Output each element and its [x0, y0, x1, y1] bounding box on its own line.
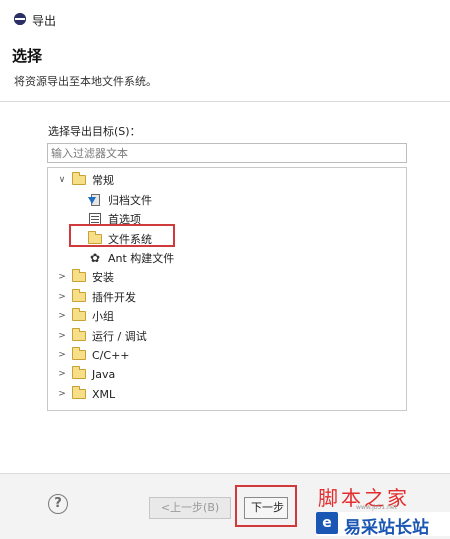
tree-item-ant-build-file[interactable]: ✿ Ant 构建文件	[88, 249, 174, 267]
next-button-highlight	[235, 485, 297, 527]
folder-icon	[72, 289, 86, 302]
file-system-highlight	[69, 224, 175, 247]
tree-item-label: 常规	[92, 174, 114, 187]
watermark-bottom: e 易采站长站	[316, 512, 450, 538]
folder-icon	[72, 308, 86, 321]
folder-icon	[72, 386, 86, 399]
tree-item-java[interactable]: > Java	[56, 365, 115, 383]
ant-icon: ✿	[89, 251, 101, 265]
folder-icon	[72, 347, 86, 360]
tree-item-team[interactable]: > 小组	[56, 307, 114, 325]
chevron-right-icon[interactable]: >	[56, 311, 68, 321]
tree-item-label: Ant 构建文件	[108, 252, 175, 265]
chevron-right-icon[interactable]: >	[56, 369, 68, 379]
folder-icon	[72, 269, 86, 282]
watermark-logo-icon: e	[316, 512, 338, 534]
export-target-label: 选择导出目标(S)：	[48, 125, 141, 138]
tree-item-label: 安装	[92, 271, 114, 284]
wizard-header: 选择 将资源导出至本地文件系统。	[0, 40, 450, 100]
chevron-right-icon[interactable]: >	[56, 292, 68, 302]
folder-icon	[72, 172, 86, 185]
tree-item-label: 运行 / 调试	[92, 330, 147, 343]
archive-file-icon	[88, 193, 102, 207]
chevron-right-icon[interactable]: >	[56, 331, 68, 341]
tree-item-label: 归档文件	[108, 194, 152, 207]
tree-item-archive-file[interactable]: 归档文件	[88, 191, 152, 209]
tree-item-install[interactable]: > 安装	[56, 268, 114, 286]
tree-item-label: XML	[92, 387, 116, 401]
tree-item-label: C/C++	[92, 348, 130, 362]
tree-item-plugin-development[interactable]: > 插件开发	[56, 288, 136, 306]
page-description: 将资源导出至本地文件系统。	[14, 75, 157, 88]
chevron-right-icon[interactable]: >	[56, 389, 68, 399]
back-button[interactable]: <上一步(B)	[149, 497, 231, 519]
folder-icon	[72, 366, 86, 379]
watermark-sub-text: www.jb51.net	[356, 504, 397, 511]
chevron-right-icon[interactable]: >	[56, 272, 68, 282]
tree-item-label: Java	[92, 367, 116, 381]
page-title: 选择	[12, 47, 43, 65]
tree-item-c-cpp[interactable]: > C/C++	[56, 346, 130, 364]
eclipse-app-icon	[14, 13, 26, 25]
tree-item-label: 插件开发	[92, 291, 136, 304]
watermark: 脚本之家 www.jb51.net e 易采站长站	[308, 480, 450, 538]
export-target-tree: ∨ 常规 归档文件 首选项 文件系统 ✿ Ant 构建文件 > 安装 > 插件开…	[47, 167, 407, 411]
title-bar: 导出	[0, 0, 450, 41]
tree-item-general[interactable]: ∨ 常规	[56, 171, 114, 189]
chevron-down-icon[interactable]: ∨	[56, 175, 68, 185]
help-button[interactable]: ?	[48, 494, 68, 514]
window-title: 导出	[32, 14, 57, 28]
watermark-bottom-text: 易采站长站	[344, 518, 429, 538]
tree-item-label: 小组	[92, 310, 114, 323]
tree-item-run-debug[interactable]: > 运行 / 调试	[56, 327, 147, 345]
tree-item-xml[interactable]: > XML	[56, 385, 115, 403]
filter-input[interactable]	[47, 143, 407, 163]
folder-icon	[72, 328, 86, 341]
wizard-content: 选择导出目标(S)： ∨ 常规 归档文件 首选项 文件系统 ✿ An	[0, 101, 450, 474]
chevron-right-icon[interactable]: >	[56, 350, 68, 360]
